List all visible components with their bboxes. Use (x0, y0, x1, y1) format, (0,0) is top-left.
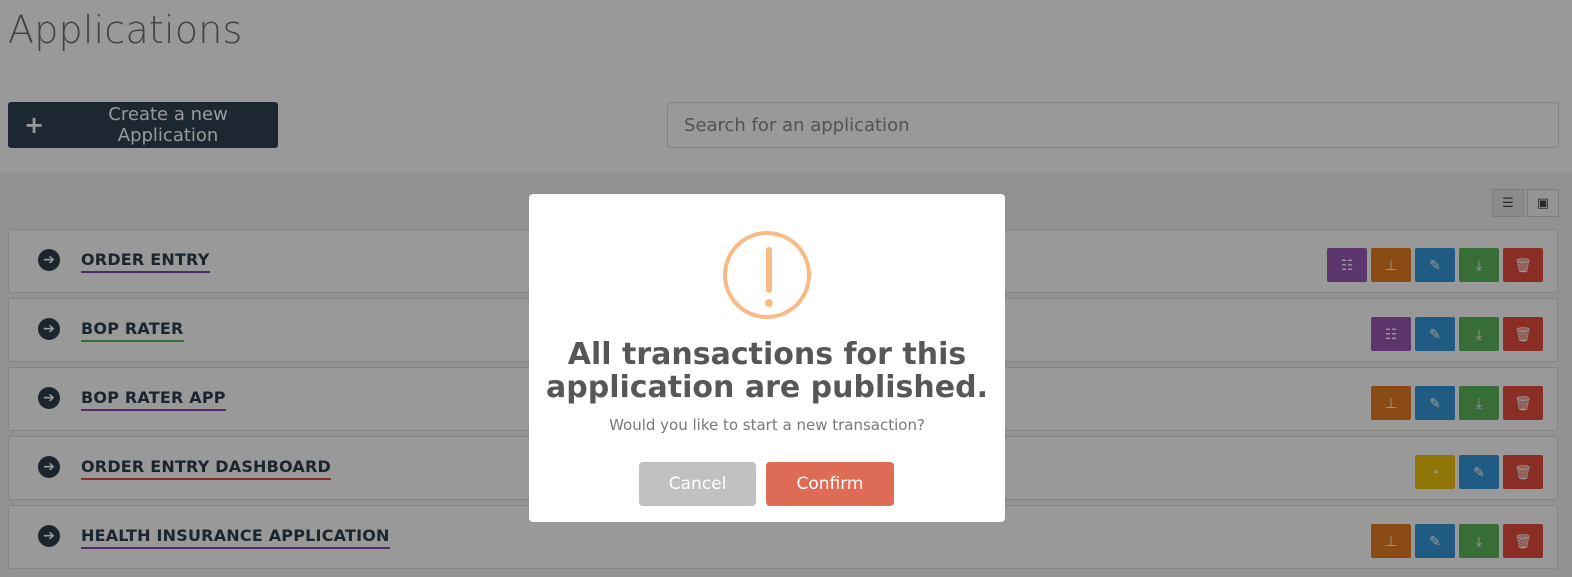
dialog-message: Would you like to start a new transactio… (609, 416, 925, 434)
warning-icon (723, 231, 811, 319)
dialog-title: All transactions for this application ar… (546, 337, 988, 405)
confirm-dialog: All transactions for this application ar… (529, 194, 1005, 522)
cancel-button[interactable]: Cancel (639, 462, 756, 506)
confirm-button[interactable]: Confirm (766, 462, 894, 506)
